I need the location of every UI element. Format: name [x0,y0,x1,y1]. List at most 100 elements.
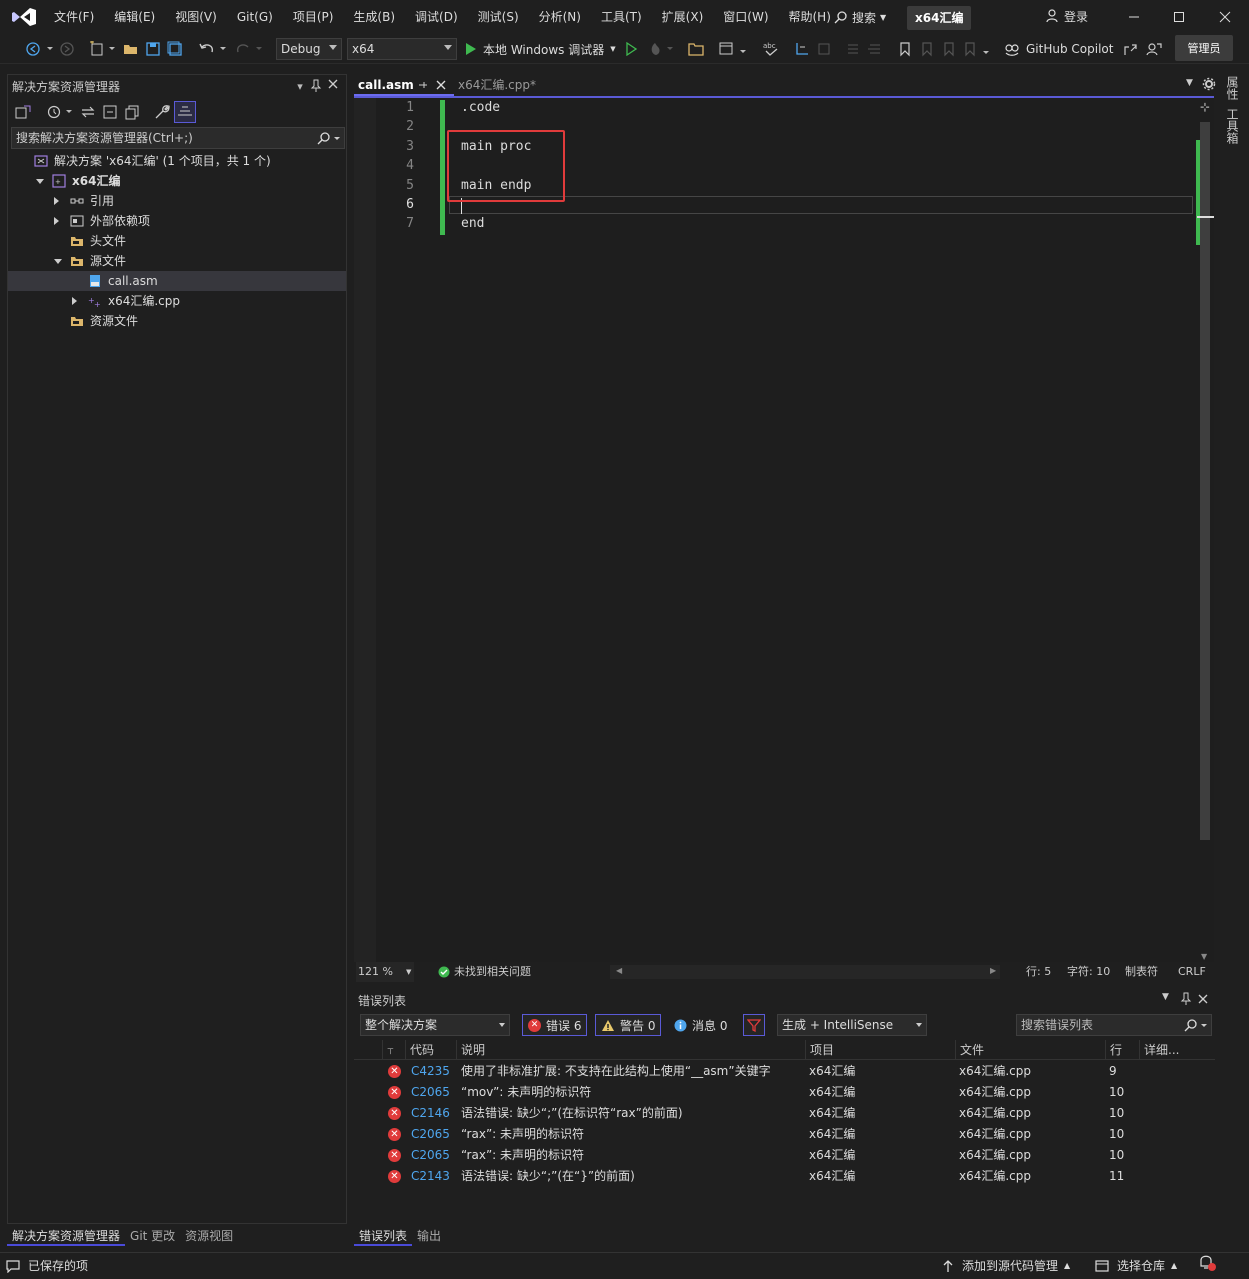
menu-item-6[interactable]: 调试(D) [405,0,468,34]
tree-item[interactable]: 引用 [8,191,346,211]
close-panel-button[interactable] [328,79,344,95]
indentation-indicator[interactable]: 制表符 [1125,962,1158,982]
tree-item[interactable]: + + x64汇编.cpp [8,291,346,311]
clear-bookmarks-button[interactable] [962,38,992,60]
tab-call-asm[interactable]: call.asm [354,74,454,96]
error-row[interactable]: ✕ C2065 “rax”: 未声明的标识符 x64汇编 x64汇编.cpp 10 [354,1145,1215,1166]
bookmark-button[interactable] [896,38,914,60]
column-header-line[interactable]: 行 [1105,1040,1139,1060]
scrollbar-thumb[interactable] [1200,122,1210,840]
close-tab-icon[interactable] [436,80,446,90]
horizontal-scrollbar[interactable]: ◀ ▶ [610,965,1000,979]
tab-x64-cpp[interactable]: x64汇编.cpp* [454,74,540,96]
prev-bookmark-button[interactable] [918,38,936,60]
tree-item[interactable]: 头文件 [8,231,346,251]
error-row[interactable]: ✕ C4235 使用了非标准扩展: 不支持在此结构上使用“__asm”关键字 x64汇… [354,1061,1215,1082]
error-search-input[interactable]: 搜索错误列表 [1016,1014,1212,1036]
column-header-details[interactable]: 详细... [1139,1040,1215,1060]
split-editor-button[interactable]: ⊹ [1200,100,1210,114]
error-row[interactable]: ✕ C2065 “rax”: 未声明的标识符 x64汇编 x64汇编.cpp 10 [354,1124,1215,1145]
format-button[interactable] [814,38,834,60]
switch-views-button[interactable] [14,104,32,120]
menu-item-2[interactable]: 视图(V) [165,0,227,34]
scroll-left-arrow-icon[interactable]: ◀ [616,966,622,975]
panel-menu-button[interactable]: ▼ [1162,992,1169,1002]
configuration-select[interactable]: Debug [276,38,342,60]
expand-right-icon[interactable] [54,197,59,205]
toolbox-rail-tab[interactable]: 工具箱 [1224,108,1241,144]
scroll-right-arrow-icon[interactable]: ▶ [990,966,996,975]
login-button[interactable]: 登录 [1046,6,1088,26]
saved-items-indicator[interactable]: 已保存的项 [6,1253,88,1279]
tree-item[interactable]: 源文件 [8,251,346,271]
live-share-button[interactable] [1144,38,1164,60]
column-header-description[interactable]: 说明 [456,1040,805,1060]
tree-item[interactable]: call.asm [8,271,346,291]
issues-indicator[interactable]: 未找到相关问题 [438,962,531,982]
share-button[interactable] [1120,38,1140,60]
show-all-files-button[interactable] [124,104,140,120]
error-code-link[interactable]: C2065 [411,1124,450,1145]
minimize-button[interactable] [1117,4,1151,30]
next-bookmark-button[interactable] [940,38,958,60]
menu-item-3[interactable]: Git(G) [227,0,283,34]
build-source-select[interactable]: 生成 + IntelliSense [777,1014,927,1036]
menu-item-11[interactable]: 窗口(W) [713,0,778,34]
error-code-link[interactable]: C2065 [411,1145,450,1166]
comment-out-button[interactable] [842,38,862,60]
layout-button[interactable] [716,38,750,60]
pin-button[interactable] [1180,992,1192,1006]
tab-list-dropdown[interactable]: ▼ [1186,78,1193,88]
filter-toggle-button[interactable] [743,1014,765,1036]
error-code-link[interactable]: C2146 [411,1103,450,1124]
maximize-button[interactable] [1162,4,1196,30]
menu-item-8[interactable]: 分析(N) [529,0,591,34]
redo-button[interactable] [232,38,266,60]
error-scope-select[interactable]: 整个解决方案 [360,1014,510,1036]
column-header-code[interactable]: 代码 [405,1040,456,1060]
scroll-down-arrow-icon[interactable]: ▼ [1201,952,1207,961]
menu-item-1[interactable]: 编辑(E) [104,0,165,34]
column-sort-icon[interactable]: ⊤ [382,1040,404,1060]
save-button[interactable] [144,38,162,60]
add-to-source-control-button[interactable]: 添加到源代码管理 ▲ [942,1253,1070,1279]
close-panel-button[interactable] [1198,994,1208,1004]
editor-settings-button[interactable] [1202,77,1216,91]
select-repository-button[interactable]: 选择仓库 ▲ [1095,1253,1177,1279]
start-debugging-button[interactable]: 本地 Windows 调试器 ▼ [463,38,616,60]
toggle-breakpoint-button[interactable] [792,38,812,60]
code-editor[interactable]: 1.code23main proc45main endp67end ⊹ ▲ ▼ [354,96,1214,962]
sync-with-active-document-button[interactable] [80,104,96,120]
bottom-tab-1[interactable]: 输出 [412,1226,446,1246]
line-ending-indicator[interactable]: CRLF [1178,962,1206,982]
zoom-select[interactable]: 121 % ▼ [356,962,414,982]
menu-item-0[interactable]: 文件(F) [44,0,104,34]
tree-item[interactable]: 资源文件 [8,311,346,331]
spell-check-button[interactable]: abc [760,38,782,60]
column-header-file[interactable]: 文件 [955,1040,1105,1060]
messages-filter-button[interactable]: 消息 0 [668,1014,733,1036]
bottom-tab-0[interactable]: 解决方案资源管理器 [7,1226,126,1246]
navigate-forward-button[interactable] [58,38,76,60]
expand-down-icon[interactable] [36,179,44,184]
github-copilot-button[interactable]: GitHub Copilot [1004,38,1113,60]
error-code-link[interactable]: C2143 [411,1166,450,1187]
hot-reload-button[interactable] [646,38,676,60]
panel-menu-button[interactable]: ▾ [292,79,308,95]
line-indicator[interactable]: 行: 5 [1026,962,1051,982]
properties-button[interactable] [154,104,170,120]
undo-button[interactable] [196,38,230,60]
close-window-button[interactable] [1208,4,1242,30]
open-file-button[interactable] [122,38,140,60]
pending-changes-filter-button[interactable] [46,104,74,120]
collapse-all-button[interactable] [102,104,118,120]
errors-filter-button[interactable]: ✕ 错误 6 [522,1014,588,1036]
notifications-button[interactable] [1198,1253,1220,1271]
global-search-button[interactable]: 搜索 ▼ [828,6,892,28]
solution-search-input[interactable]: 搜索解决方案资源管理器(Ctrl+;) [11,127,345,149]
start-without-debugging-button[interactable] [622,38,640,60]
warnings-filter-button[interactable]: 警告 0 [595,1014,662,1036]
bottom-tab-2[interactable]: 资源视图 [180,1226,238,1246]
expand-right-icon[interactable] [72,297,77,305]
error-row[interactable]: ✕ C2065 “mov”: 未声明的标识符 x64汇编 x64汇编.cpp 10 [354,1082,1215,1103]
